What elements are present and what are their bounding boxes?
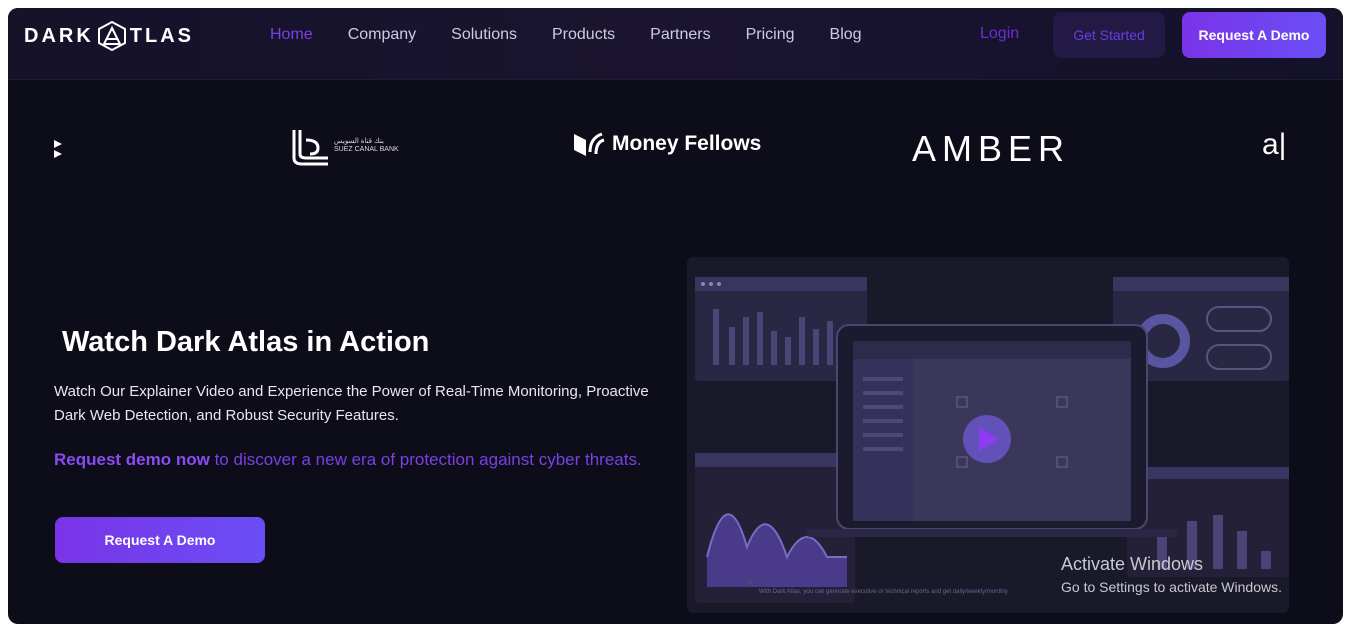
video-caption: With Dark Atlas, you can generate execut… xyxy=(759,589,1008,595)
play-icon[interactable] xyxy=(981,417,1027,463)
partner-amber: AMBER xyxy=(912,128,1071,169)
get-started-button[interactable]: Get Started xyxy=(1053,12,1165,58)
bank-name-english: SUEZ CANAL BANK xyxy=(334,146,399,153)
request-demo-hero-button[interactable]: Request A Demo xyxy=(55,517,265,563)
nav-products[interactable]: Products xyxy=(552,26,615,44)
partner-partial-logo: a| xyxy=(1262,128,1287,161)
request-demo-nav-button[interactable]: Request A Demo xyxy=(1182,12,1326,58)
hero-cta-text: Request demo now to discover a new era o… xyxy=(54,446,654,474)
watermark-subtitle: Go to Settings to activate Windows. xyxy=(1061,579,1282,595)
nav-partners[interactable]: Partners xyxy=(650,26,710,44)
hero-cta-rest: to discover a new era of protection agai… xyxy=(209,450,642,469)
nav-company[interactable]: Company xyxy=(348,26,416,44)
page-frame: DARK TLAS Home Company Solutions Product… xyxy=(8,8,1343,624)
hero-cta-link[interactable]: Request demo now xyxy=(54,450,210,469)
hero-subtitle: Watch Our Explainer Video and Experience… xyxy=(54,383,649,424)
partner-money-fellows: Money Fellows xyxy=(572,130,761,158)
partner-logo-partial xyxy=(52,130,72,166)
partner-suez-canal-bank: بنك قناة السويس SUEZ CANAL BANK xyxy=(290,126,399,166)
watermark-title: Activate Windows xyxy=(1061,554,1204,574)
nav-links: Home Company Solutions Products Partners… xyxy=(270,8,897,62)
partial-logo-icon xyxy=(54,140,62,158)
nav-pricing[interactable]: Pricing xyxy=(746,26,795,44)
logo-text-right: TLAS xyxy=(129,24,194,47)
money-fellows-icon xyxy=(574,132,605,156)
nav-home[interactable]: Home xyxy=(270,26,313,44)
dark-atlas-logo-icon xyxy=(97,20,126,52)
suez-bank-icon xyxy=(292,130,328,166)
hero-title: Watch Dark Atlas in Action xyxy=(62,326,430,358)
login-link[interactable]: Login xyxy=(980,25,1019,43)
top-navbar: DARK TLAS Home Company Solutions Product… xyxy=(8,8,1343,80)
windows-activation-watermark: Activate Windows Go to Settings to activ… xyxy=(1061,554,1282,595)
money-fellows-label: Money Fellows xyxy=(612,132,762,155)
partner-logo-strip: بنك قناة السويس SUEZ CANAL BANK Money Fe… xyxy=(8,118,1343,178)
bank-name-arabic: بنك قناة السويس xyxy=(334,138,384,145)
dark-atlas-logo[interactable]: DARK TLAS xyxy=(24,20,194,52)
logo-text-left: DARK xyxy=(24,24,94,47)
nav-solutions[interactable]: Solutions xyxy=(451,26,517,44)
nav-blog[interactable]: Blog xyxy=(830,26,862,44)
